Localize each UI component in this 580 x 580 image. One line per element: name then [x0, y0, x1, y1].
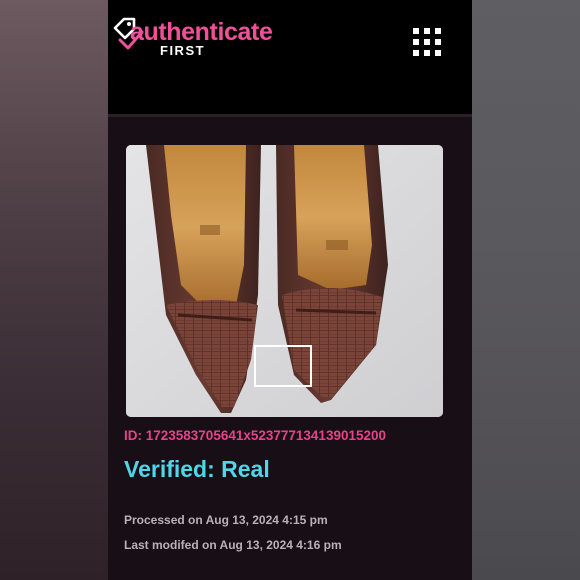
logo-subtitle: FIRST	[160, 43, 206, 58]
processed-timestamp: Processed on Aug 13, 2024 4:15 pm	[124, 513, 328, 527]
blurred-background-right	[472, 0, 580, 580]
header-divider	[108, 114, 472, 117]
focus-selection-box[interactable]	[254, 345, 312, 387]
item-id: ID: 1723583705641x523777134139015200	[124, 428, 387, 443]
item-photo	[126, 145, 443, 417]
app-header: authenticate FIRST	[108, 0, 472, 114]
grid-menu-icon[interactable]	[413, 28, 443, 58]
brand-logo[interactable]: authenticate FIRST	[110, 14, 320, 58]
modified-timestamp: Last modifed on Aug 13, 2024 4:16 pm	[124, 538, 342, 552]
verdict-status: Verified: Real	[124, 456, 270, 482]
phone-screen: authenticate FIRST ID: 1723583705641x523…	[108, 0, 472, 580]
blurred-background-left	[0, 0, 108, 580]
